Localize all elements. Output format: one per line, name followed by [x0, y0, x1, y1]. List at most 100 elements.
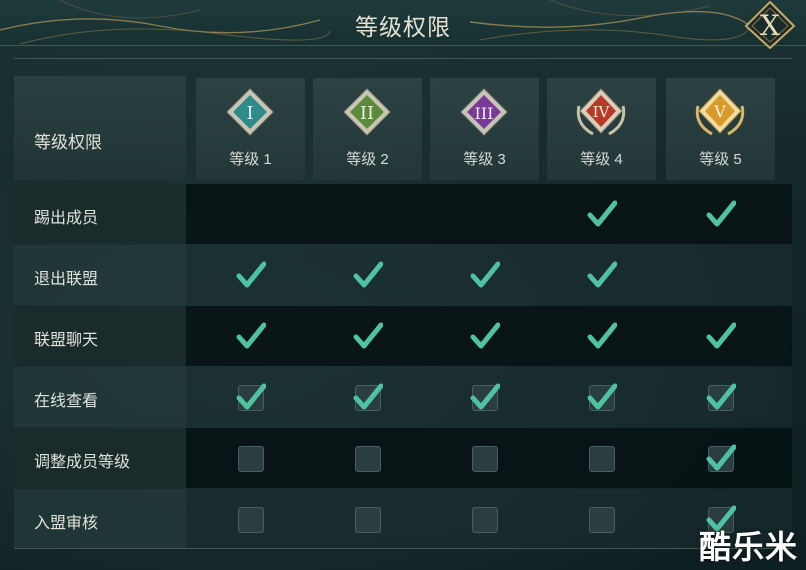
page-title: 等级权限	[355, 14, 451, 40]
permission-cell-level-1	[196, 245, 305, 305]
level-3-header: III 等级 3	[430, 78, 539, 180]
level-1-header: I 等级 1	[196, 78, 305, 180]
permission-cell-level-3	[430, 367, 539, 427]
level-4-label: 等级 4	[580, 151, 623, 168]
permission-checkbox[interactable]	[238, 507, 264, 533]
level-5-laurel-badge-icon: V	[695, 88, 745, 136]
permission-label-cell: 调整成员等级	[14, 428, 186, 488]
level-1-numeral: I	[246, 103, 253, 124]
checkmark-icon	[706, 322, 736, 349]
permission-cell-level-2	[313, 428, 422, 488]
table-top-border	[14, 58, 792, 59]
permission-label-cell: 退出联盟	[14, 245, 186, 305]
checkmark-icon	[470, 383, 500, 410]
permission-cell-level-1	[196, 367, 305, 427]
permission-cell-level-5	[666, 245, 775, 305]
table-bottom-border	[14, 548, 792, 549]
permission-label-cell: 联盟聊天	[14, 306, 186, 366]
permission-label: 退出联盟	[34, 271, 99, 288]
permission-label: 入盟审核	[34, 515, 99, 532]
permission-label: 踢出成员	[34, 210, 99, 227]
permission-row: 入盟审核	[14, 489, 792, 549]
permission-cell-level-5	[666, 367, 775, 427]
close-button[interactable]: X	[742, 0, 798, 50]
permission-cell-level-4	[547, 367, 656, 427]
permission-cell-level-5	[666, 306, 775, 366]
permission-cell-level-2	[313, 489, 422, 549]
permission-label: 联盟聊天	[34, 332, 99, 349]
permission-cell-level-3	[430, 184, 539, 244]
permission-cell-level-4	[547, 184, 656, 244]
checkmark-icon	[353, 322, 383, 349]
permission-label: 调整成员等级	[34, 454, 131, 471]
permission-checkbox[interactable]	[589, 507, 615, 533]
permission-checkbox[interactable]	[238, 446, 264, 472]
checkmark-icon	[706, 444, 736, 471]
permission-cell-level-2	[313, 184, 422, 244]
permission-cell-level-5	[666, 428, 775, 488]
permission-label: 在线查看	[34, 393, 99, 410]
level-permissions-panel: 等级权限 X 等级权限 I 等级 1 II 等级 2 III 等级 3 IV 等…	[0, 0, 806, 570]
permission-label-cell: 入盟审核	[14, 489, 186, 549]
close-icon: X	[744, 0, 796, 50]
permission-cell-level-2	[313, 245, 422, 305]
permission-cell-level-1	[196, 428, 305, 488]
permission-cell-level-1	[196, 306, 305, 366]
level-2-numeral: II	[360, 103, 374, 124]
level-3-numeral: III	[475, 104, 494, 123]
permission-cell-level-4	[547, 428, 656, 488]
level-5-numeral: V	[713, 102, 726, 121]
permission-cell-level-3	[430, 245, 539, 305]
close-glyph: X	[760, 9, 780, 42]
level-5-label: 等级 5	[699, 151, 742, 168]
level-3-diamond-icon: III	[460, 88, 508, 136]
permission-row: 调整成员等级	[14, 428, 792, 488]
permission-cell-level-4	[547, 306, 656, 366]
checkmark-icon	[236, 383, 266, 410]
corner-label: 等级权限	[34, 133, 102, 152]
permission-label-cell: 在线查看	[14, 367, 186, 427]
permission-cell-level-4	[547, 489, 656, 549]
permission-cell-level-3	[430, 306, 539, 366]
corner-cell: 等级权限	[14, 76, 186, 180]
permission-cell-level-2	[313, 306, 422, 366]
level-3-label: 等级 3	[463, 151, 506, 168]
permission-cell-level-2	[313, 367, 422, 427]
permission-row: 联盟聊天	[14, 306, 792, 366]
checkmark-icon	[587, 383, 617, 410]
permission-checkbox[interactable]	[355, 446, 381, 472]
checkmark-icon	[470, 261, 500, 288]
permission-cell-level-3	[430, 428, 539, 488]
permission-checkbox[interactable]	[472, 507, 498, 533]
checkmark-icon	[587, 261, 617, 288]
permission-checkbox[interactable]	[355, 507, 381, 533]
checkmark-icon	[706, 383, 736, 410]
watermark: 酷乐米	[698, 529, 798, 565]
permission-cell-level-5	[666, 184, 775, 244]
permission-cell-level-1	[196, 489, 305, 549]
level-2-header: II 等级 2	[313, 78, 422, 180]
level-1-diamond-icon: I	[226, 88, 274, 136]
checkmark-icon	[236, 322, 266, 349]
permission-row: 在线查看	[14, 367, 792, 427]
level-2-diamond-icon: II	[343, 88, 391, 136]
level-4-header: IV 等级 4	[547, 78, 656, 180]
permission-checkbox[interactable]	[589, 446, 615, 472]
checkmark-icon	[470, 322, 500, 349]
level-2-label: 等级 2	[346, 151, 389, 168]
permission-checkbox[interactable]	[472, 446, 498, 472]
level-5-header: V 等级 5	[666, 78, 775, 180]
permission-cell-level-4	[547, 245, 656, 305]
checkmark-icon	[353, 261, 383, 288]
checkmark-icon	[353, 383, 383, 410]
permission-row: 踢出成员	[14, 184, 792, 244]
permission-label-cell: 踢出成员	[14, 184, 186, 244]
checkmark-icon	[587, 200, 617, 227]
header-row: 等级权限 I 等级 1 II 等级 2 III 等级 3 IV 等级 4 V 等…	[14, 62, 792, 182]
level-4-laurel-badge-icon: IV	[576, 88, 626, 136]
checkmark-icon	[706, 200, 736, 227]
permission-row: 退出联盟	[14, 245, 792, 305]
level-4-numeral: IV	[593, 103, 611, 121]
permission-cell-level-3	[430, 489, 539, 549]
title-bar: 等级权限 X	[0, 0, 806, 50]
